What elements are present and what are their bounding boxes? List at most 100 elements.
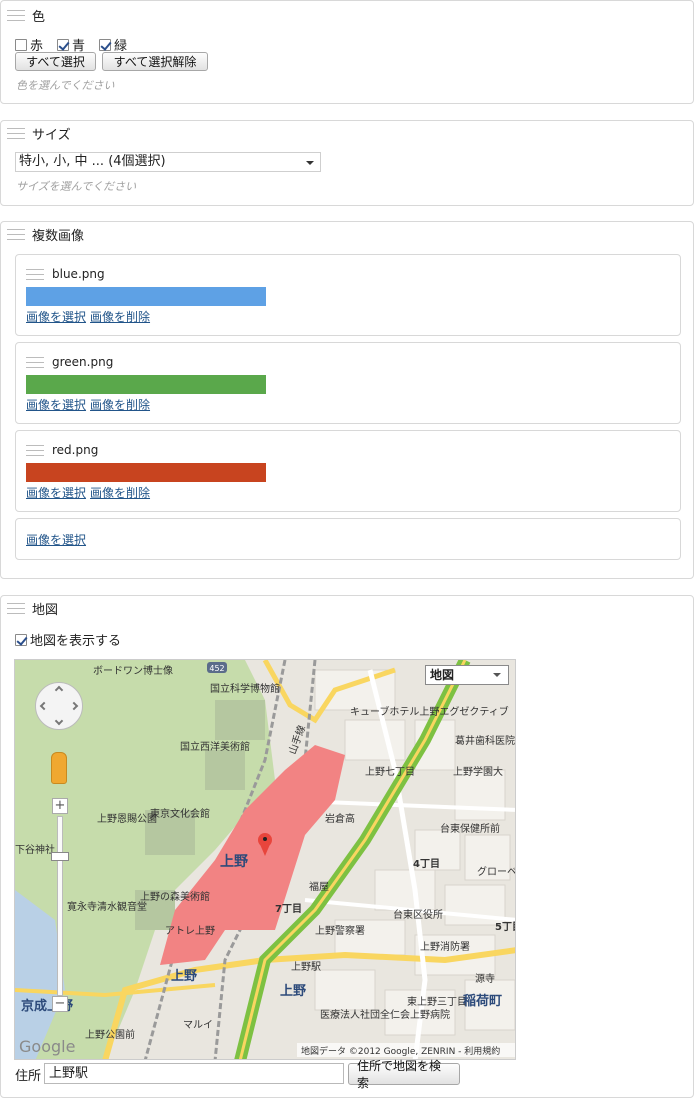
map-label: 7丁目 bbox=[275, 903, 302, 915]
image-actions: 画像を選択 画像を削除 bbox=[26, 484, 154, 501]
map-label: マルイ bbox=[183, 1020, 213, 1031]
pan-up-icon[interactable] bbox=[54, 685, 64, 695]
images-panel: 複数画像 blue.png 画像を選択 画像を削除 green.png 画像を選択… bbox=[0, 221, 694, 579]
size-select[interactable]: 特小, 小, 中 ... (4個選択) bbox=[15, 152, 321, 172]
show-map-toggle[interactable]: 地図を表示する bbox=[15, 630, 121, 649]
drag-handle-icon[interactable] bbox=[7, 9, 25, 21]
show-map-label: 地図を表示する bbox=[30, 634, 122, 649]
map-label: 上野学園大 bbox=[453, 765, 503, 778]
map-label: 5丁目 bbox=[495, 921, 516, 933]
map-view[interactable]: 452 ボードワン博士像 国立科学博物館 国立西洋美術館 東京文化会館 上野恩賜… bbox=[14, 659, 516, 1060]
road-badge-text: 452 bbox=[209, 664, 224, 673]
select-image-link[interactable]: 画像を選択 bbox=[26, 486, 86, 500]
image-card-blue: blue.png 画像を選択 画像を削除 bbox=[15, 254, 681, 336]
zoom-in-button[interactable]: + bbox=[52, 798, 68, 814]
address-input[interactable]: 上野駅 bbox=[44, 1063, 344, 1084]
map-type-value: 地図 bbox=[430, 668, 455, 682]
map-canvas[interactable]: 452 ボードワン博士像 国立科学博物館 国立西洋美術館 東京文化会館 上野恩賜… bbox=[15, 660, 516, 1060]
size-panel: サイズ 特小, 小, 中 ... (4個選択) サイズを選んでください bbox=[0, 120, 694, 206]
drag-handle-icon[interactable] bbox=[7, 602, 25, 614]
map-label: 医療法人社団全仁会上野病院 bbox=[320, 1008, 450, 1021]
drag-handle-icon[interactable] bbox=[26, 269, 44, 280]
image-filename: green.png bbox=[52, 355, 114, 369]
pan-control-icon[interactable] bbox=[35, 682, 83, 730]
image-filename: red.png bbox=[52, 443, 99, 457]
map-label: 台東保健所前 bbox=[440, 822, 500, 835]
address-label: 住所 bbox=[15, 1069, 42, 1084]
map-label: 岩倉高 bbox=[325, 812, 355, 825]
google-logo: Google bbox=[19, 1037, 75, 1056]
map-label: 稲荷町 bbox=[463, 993, 502, 1009]
zoom-slider-handle[interactable] bbox=[51, 852, 69, 861]
images-panel-title: 複数画像 bbox=[32, 228, 85, 244]
map-label: 上野 bbox=[280, 984, 306, 999]
chevron-down-icon bbox=[493, 673, 501, 677]
show-map-checkbox[interactable] bbox=[15, 633, 27, 646]
map-label: 上野 bbox=[220, 854, 248, 870]
map-label: アトレ上野 bbox=[165, 925, 215, 937]
map-label: 福屋 bbox=[309, 880, 329, 893]
select-image-link[interactable]: 画像を選択 bbox=[26, 310, 86, 324]
map-panel-title: 地図 bbox=[32, 602, 59, 618]
image-preview bbox=[26, 375, 266, 394]
image-actions: 画像を選択 画像を削除 bbox=[26, 396, 154, 413]
pan-down-icon[interactable] bbox=[54, 716, 64, 726]
image-card-green: green.png 画像を選択 画像を削除 bbox=[15, 342, 681, 424]
search-map-button[interactable]: 住所で地図を検索 bbox=[348, 1059, 460, 1090]
zoom-out-button[interactable]: − bbox=[52, 996, 68, 1012]
image-preview bbox=[26, 287, 266, 306]
map-label: グローベスイート bbox=[477, 865, 516, 878]
map-label: 国立西洋美術館 bbox=[180, 740, 250, 753]
map-label: 上野恩賜公園 bbox=[97, 813, 157, 825]
map-attribution: 地図データ ©2012 Google, ZENRIN - 利用規約 bbox=[301, 1045, 500, 1057]
select-all-button[interactable]: すべて選択 bbox=[15, 52, 96, 71]
map-label: 葛井歯科医院 bbox=[455, 734, 515, 747]
images-panel-header: 複数画像 bbox=[7, 226, 85, 244]
map-label: 4丁目 bbox=[413, 858, 440, 870]
image-card-red: red.png 画像を選択 画像を削除 bbox=[15, 430, 681, 512]
image-filename: blue.png bbox=[52, 267, 105, 281]
map-panel-header: 地図 bbox=[7, 600, 59, 618]
image-card-add: 画像を選択 bbox=[15, 518, 681, 560]
image-actions: 画像を選択 画像を削除 bbox=[26, 308, 154, 325]
map-label: 上野消防署 bbox=[420, 940, 470, 953]
map-label: 台東区役所 bbox=[393, 908, 443, 921]
map-label: キューブホテル上野エグゼクティブ bbox=[350, 705, 509, 718]
checkbox-blue[interactable] bbox=[57, 38, 70, 51]
pan-left-icon[interactable] bbox=[39, 701, 49, 711]
map-marker-dot bbox=[263, 837, 267, 841]
checkbox-red[interactable] bbox=[15, 38, 27, 51]
size-hint: サイズを選んでください bbox=[16, 180, 137, 193]
remove-image-link[interactable]: 画像を削除 bbox=[90, 486, 150, 500]
map-type-select[interactable]: 地図 bbox=[425, 665, 509, 685]
zoom-slider-track[interactable] bbox=[57, 816, 63, 996]
map-label: 寛永寺清水観音堂 bbox=[67, 900, 147, 913]
color-hint: 色を選んでください bbox=[16, 79, 115, 92]
map-label: 上野公園前 bbox=[85, 1028, 135, 1041]
select-image-link[interactable]: 画像を選択 bbox=[26, 398, 86, 412]
size-panel-title: サイズ bbox=[32, 127, 71, 143]
drag-handle-icon[interactable] bbox=[26, 357, 44, 368]
map-label: 上野警察署 bbox=[315, 924, 365, 937]
color-panel: 色 赤 青 緑 すべて選択 すべて選択解除 色を選んでください bbox=[0, 0, 694, 104]
chevron-down-icon bbox=[306, 161, 314, 165]
add-select-image-link[interactable]: 画像を選択 bbox=[26, 533, 86, 547]
street-view-pegman-icon[interactable] bbox=[51, 752, 67, 784]
map-label: ボードワン博士像 bbox=[93, 664, 173, 677]
drag-handle-icon[interactable] bbox=[26, 445, 44, 456]
map-label: 上野の森美術館 bbox=[140, 890, 210, 903]
remove-image-link[interactable]: 画像を削除 bbox=[90, 398, 150, 412]
remove-image-link[interactable]: 画像を削除 bbox=[90, 310, 150, 324]
deselect-all-button[interactable]: すべて選択解除 bbox=[102, 52, 208, 71]
color-panel-title: 色 bbox=[32, 9, 46, 25]
drag-handle-icon[interactable] bbox=[7, 127, 25, 139]
size-panel-header: サイズ bbox=[7, 125, 71, 143]
map-label: 東京文化会館 bbox=[150, 807, 210, 820]
map-label: 下谷神社 bbox=[15, 843, 55, 856]
pan-right-icon[interactable] bbox=[69, 701, 79, 711]
drag-handle-icon[interactable] bbox=[7, 228, 25, 240]
image-preview bbox=[26, 463, 266, 482]
checkbox-green[interactable] bbox=[99, 38, 112, 51]
map-label: 国立科学博物館 bbox=[210, 682, 280, 695]
size-select-value: 特小, 小, 中 ... (4個選択) bbox=[19, 154, 166, 169]
